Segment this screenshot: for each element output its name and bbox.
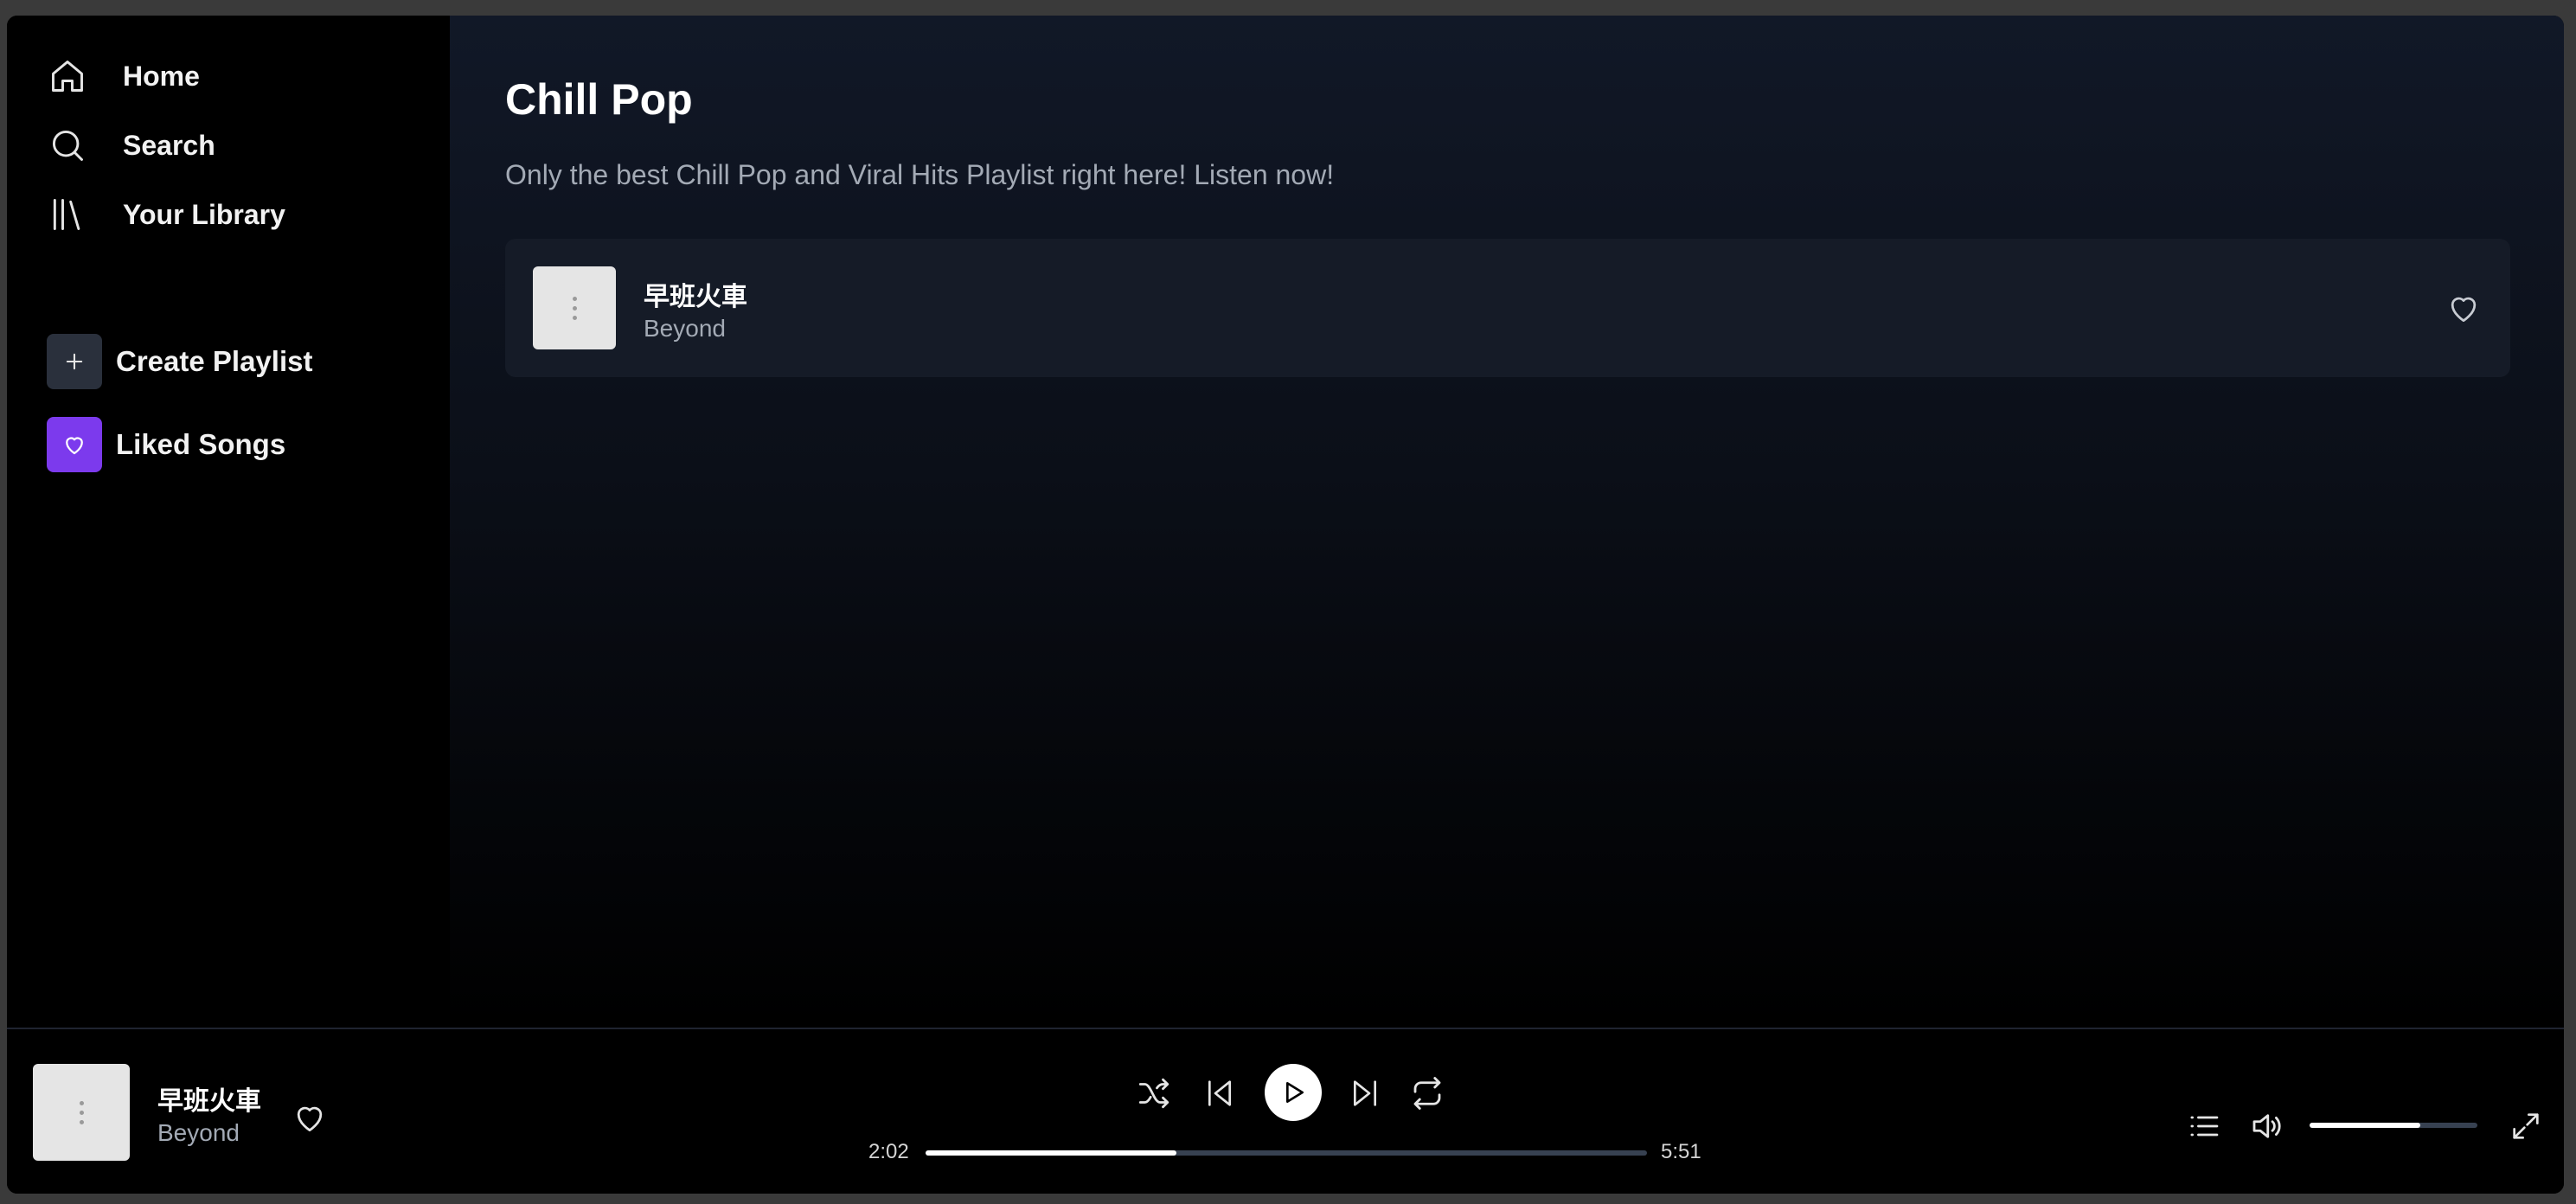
elapsed-time: 2:02 [868,1140,909,1163]
like-now-playing-heart-icon[interactable] [291,1098,329,1137]
volume-slider[interactable] [2310,1123,2477,1128]
nav-library[interactable]: Your Library [47,194,285,235]
artwork-placeholder-icon [79,1100,84,1124]
nav-library-label: Your Library [123,198,285,230]
queue-button[interactable] [2185,1107,2223,1145]
play-button[interactable] [1265,1064,1322,1121]
track-artist: Beyond [644,315,726,342]
previous-button[interactable] [1199,1073,1240,1114]
now-playing-title: 早班火車 [157,1087,261,1116]
volume-fill [2310,1123,2421,1128]
playlist-title: Chill Pop [505,75,693,124]
like-track-heart-icon[interactable] [2445,289,2483,327]
shuffle-icon [1138,1078,1169,1109]
skip-forward-icon [1354,1080,1376,1106]
volume-button[interactable] [2247,1107,2285,1145]
artwork-placeholder-icon [572,296,577,320]
playlist-description: Only the best Chill Pop and Viral Hits P… [505,159,1335,190]
progress-bar[interactable] [926,1150,1647,1156]
create-playlist-label: Create Playlist [116,345,313,377]
fullscreen-button[interactable] [2507,1107,2545,1145]
nav-search-label: Search [123,129,215,161]
repeat-button[interactable] [1407,1073,1448,1114]
liked-songs-label: Liked Songs [116,428,286,460]
repeat-icon [1413,1077,1441,1110]
plus-icon [47,334,102,389]
track-artwork [533,266,616,349]
volume-icon [2252,1114,2281,1138]
nav-home-label: Home [123,60,200,92]
progress-fill [926,1150,1176,1156]
play-icon [1286,1082,1304,1103]
now-playing-artist: Beyond [157,1119,240,1146]
main-content: Chill Pop Only the best Chill Pop and Vi… [450,16,2564,1028]
nav-search[interactable]: Search [47,125,215,166]
now-playing-artwork [33,1064,130,1161]
create-playlist-button[interactable]: Create Playlist [47,334,312,389]
home-icon [47,55,88,97]
track-row[interactable]: 早班火車 Beyond [505,239,2510,377]
track-title: 早班火車 [644,283,747,311]
skip-back-icon [1208,1080,1231,1106]
sidebar: Home Search Your Library Create Playlist… [7,16,450,1028]
search-icon [47,125,88,166]
liked-songs-button[interactable]: Liked Songs [47,417,285,472]
app-window: Home Search Your Library Create Playlist… [7,16,2564,1194]
next-button[interactable] [1344,1073,1386,1114]
shuffle-button[interactable] [1133,1073,1175,1114]
duration-time: 5:51 [1661,1140,1701,1163]
library-icon [47,194,88,235]
expand-icon [2513,1113,2539,1139]
nav-home[interactable]: Home [47,55,200,97]
list-icon [2190,1116,2219,1137]
heart-icon [47,417,102,472]
